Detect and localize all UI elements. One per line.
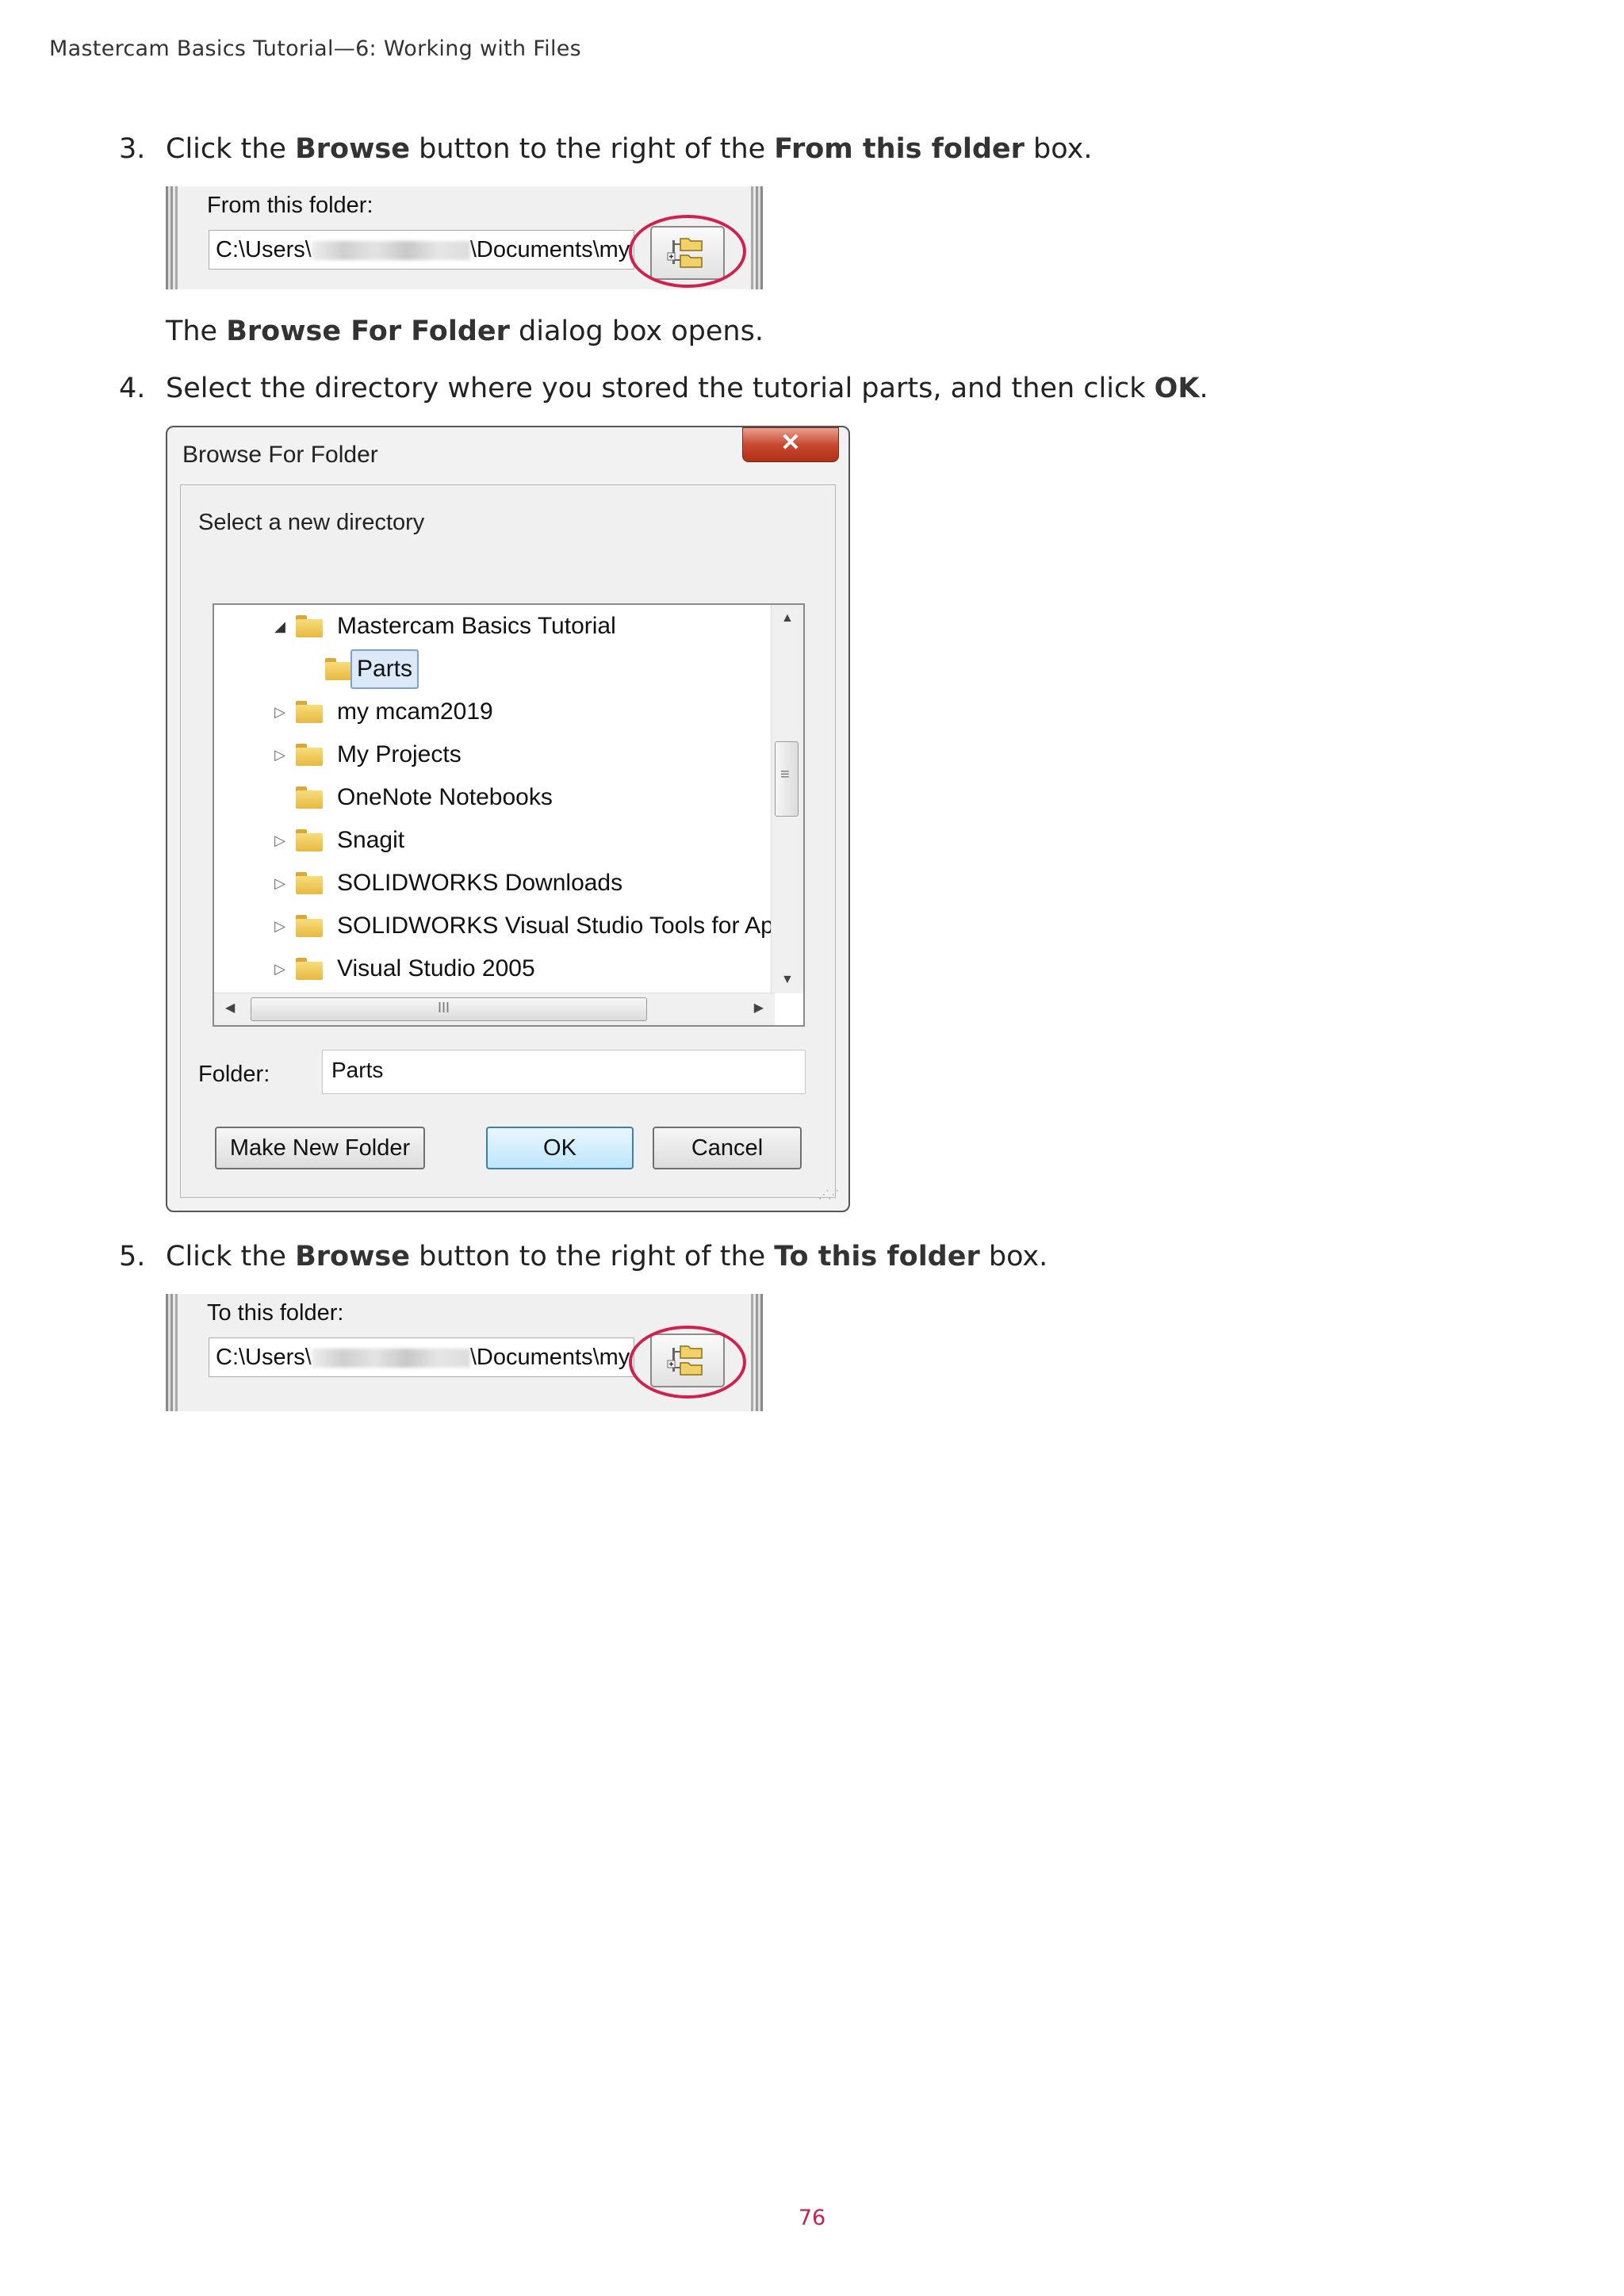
close-icon: ✕ — [780, 430, 801, 456]
from-folder-path[interactable]: C:\Users\ \Documents\my — [209, 230, 634, 270]
step-text: Click the Browse button to the right of … — [166, 133, 1093, 165]
page-number: 76 — [798, 2206, 826, 2230]
vertical-scroll-thumb[interactable] — [775, 741, 799, 817]
browse-for-folder-dialog: Browse For Folder ✕ Select a new directo… — [166, 426, 850, 1212]
folder-icon — [296, 872, 323, 894]
expand-arrow-icon[interactable]: ▷ — [272, 819, 288, 862]
folder-icon — [296, 915, 323, 937]
expand-arrow-icon[interactable]: ▷ — [272, 947, 288, 990]
folder-icon — [296, 615, 323, 637]
cancel-button[interactable]: Cancel — [653, 1127, 802, 1169]
scroll-right-icon[interactable]: ▶ — [754, 1000, 764, 1016]
to-folder-screenshot: To this folder: C:\Users\ \Documents\my — [166, 1294, 763, 1411]
folder-tree[interactable]: ◢ Mastercam Basics Tutorial Parts ▷ my m… — [213, 603, 805, 1027]
collapse-arrow-icon[interactable]: ◢ — [272, 605, 288, 648]
folder-icon — [296, 829, 323, 851]
expand-arrow-icon[interactable]: ▷ — [272, 733, 288, 776]
folder-icon — [325, 658, 352, 680]
scroll-down-icon[interactable]: ▼ — [781, 973, 794, 987]
dialog-prompt: Select a new directory — [198, 510, 425, 535]
dialog-opens-note: The Browse For Folder dialog box opens. — [166, 316, 764, 347]
expand-arrow-icon[interactable]: ▷ — [272, 862, 288, 905]
highlight-circle — [629, 1326, 746, 1399]
folder-icon — [296, 744, 323, 766]
highlight-circle — [629, 215, 746, 288]
step-text: Select the directory where you stored th… — [166, 373, 1208, 404]
expand-arrow-icon[interactable]: ▷ — [272, 905, 288, 947]
scroll-up-icon[interactable]: ▲ — [781, 611, 794, 626]
make-new-folder-button[interactable]: Make New Folder — [215, 1127, 425, 1169]
close-button[interactable]: ✕ — [742, 427, 839, 462]
redacted-username — [311, 1349, 470, 1368]
scroll-left-icon[interactable]: ◀ — [225, 1000, 235, 1016]
from-folder-label: From this folder: — [207, 193, 373, 218]
dialog-title: Browse For Folder — [182, 442, 378, 468]
step-text: Click the Browse button to the right of … — [166, 1241, 1048, 1272]
step-number: 5. — [119, 1241, 146, 1272]
folder-label: Folder: — [198, 1062, 270, 1087]
resize-grip-icon[interactable]: ⋰⋰ — [818, 1188, 839, 1201]
step-number: 3. — [119, 133, 146, 165]
folder-icon — [296, 786, 323, 809]
folder-icon — [296, 958, 323, 980]
ok-button[interactable]: OK — [486, 1127, 634, 1169]
folder-input[interactable]: Parts — [322, 1050, 806, 1094]
step-number: 4. — [119, 373, 146, 404]
redacted-username — [311, 241, 470, 261]
folder-icon — [296, 701, 323, 723]
horizontal-scrollbar[interactable]: ◀ ▶ — [214, 993, 775, 1025]
from-folder-screenshot: From this folder: C:\Users\ \Documents\my — [166, 186, 763, 289]
to-folder-path[interactable]: C:\Users\ \Documents\my — [209, 1337, 634, 1377]
running-header: Mastercam Basics Tutorial—6: Working wit… — [49, 36, 582, 61]
horizontal-scroll-thumb[interactable] — [251, 997, 647, 1021]
vertical-scrollbar[interactable]: ▲ ▼ — [771, 605, 803, 993]
to-folder-label: To this folder: — [207, 1300, 344, 1326]
expand-arrow-icon[interactable]: ▷ — [272, 691, 288, 733]
